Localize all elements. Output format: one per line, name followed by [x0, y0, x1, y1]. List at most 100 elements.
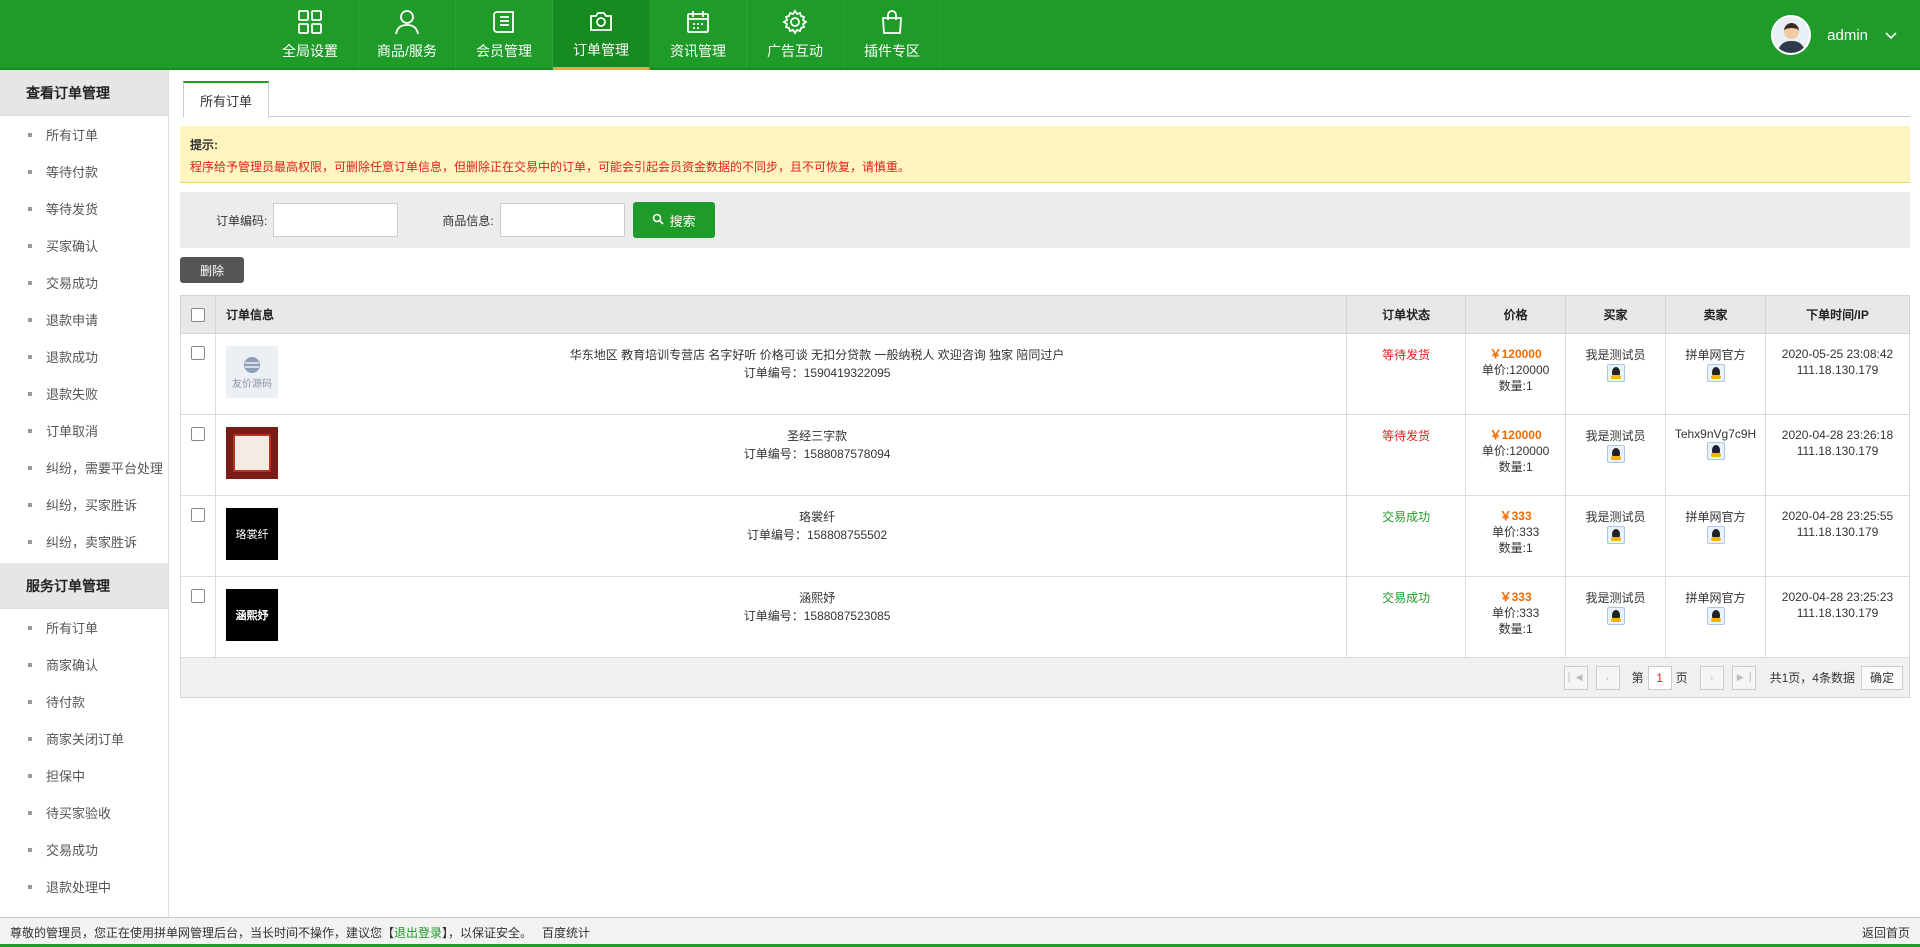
row-checkbox[interactable] [190, 346, 205, 360]
nav-news[interactable]: 资讯管理 [650, 0, 747, 70]
page-input[interactable]: 1 [1647, 665, 1672, 690]
tab-bar: 所有订单 [183, 81, 1910, 118]
orders-table: 订单信息 订单状态 价格 买家 卖家 下单时间/IP 友价源码 华东地区 教育培训… [180, 295, 1910, 658]
sidebar-item[interactable]: 等待发货 [0, 190, 168, 227]
nav-members[interactable]: 会员管理 [456, 0, 553, 70]
footer-text: 尊敬的管理员，您正在使用拼单网管理后台，当长时间不操作，建议您【 [10, 926, 395, 940]
nav-plugins[interactable]: 插件专区 [844, 0, 941, 70]
thumb-text: 涵熙妤 [235, 610, 269, 622]
qq-icon[interactable] [1706, 526, 1725, 544]
sidebar: 查看订单管理 所有订单 等待付款 等待发货 买家确认 交易成功 退款申请 退款成功 退款失败订… [0, 70, 169, 917]
search-button[interactable]: 搜索 [632, 202, 715, 238]
order-price: ￥333 单价:333 数量:1 [1465, 576, 1567, 658]
sidebar-item[interactable]: 退款成功 [0, 338, 168, 375]
sidebar-item[interactable]: 纠纷，买家胜诉 [0, 486, 168, 523]
sidebar-item[interactable]: 退款失败 [0, 375, 168, 412]
sidebar-item[interactable]: 纠纷，需要平台处理 [0, 449, 168, 486]
sidebar-item[interactable]: 买家确认 [0, 227, 168, 264]
seller-name[interactable]: Tehx9nVg7c9H [1666, 427, 1765, 441]
last-page-icon[interactable]: ▶▕ [1731, 665, 1756, 690]
unit-price: 单价:120000 [1481, 444, 1550, 458]
buyer-cell: 我是测试员 [1565, 495, 1667, 577]
first-page-icon[interactable]: ▏◀ [1563, 665, 1588, 690]
sidebar-item[interactable]: 担保中 [0, 757, 168, 794]
order-info: 友价源码 华东地区 教育培训专营店 名字好听 价格可谈 无扣分贷款 一般纳税人 欢… [214, 333, 1348, 415]
nav-global-settings[interactable]: 全局设置 [262, 0, 359, 70]
qq-icon[interactable] [1706, 442, 1725, 460]
sidebar-item[interactable]: 所有订单 [0, 609, 168, 646]
sidebar-item[interactable]: 商家确认 [0, 646, 168, 683]
sidebar-item[interactable]: 商家关闭订单 [0, 720, 168, 757]
sidebar-group-title: 服务订单管理 [0, 563, 168, 609]
page-summary: 共1页，4条数据 [1769, 671, 1855, 685]
prev-page-icon[interactable]: ‹ [1595, 665, 1620, 690]
nav-orders[interactable]: 订单管理 [553, 0, 650, 70]
sidebar-item[interactable]: 所有订单 [0, 116, 168, 153]
buyer-name[interactable]: 我是测试员 [1566, 589, 1665, 606]
order-ip: 111.18.130.179 [1796, 525, 1879, 539]
next-page-icon[interactable]: › [1699, 665, 1724, 690]
seller-name[interactable]: 拼单网官方 [1666, 589, 1765, 606]
status-text: 交易成功 [1382, 510, 1431, 524]
seller-name[interactable]: 拼单网官方 [1666, 508, 1765, 525]
product-thumbnail[interactable]: 涵熙妤 [225, 589, 278, 641]
sidebar-item[interactable]: 退款处理中 [0, 868, 168, 905]
goods-info-input[interactable] [499, 203, 625, 237]
seller-name[interactable]: 拼单网官方 [1666, 346, 1765, 363]
delete-button[interactable]: 删除 [180, 257, 244, 283]
buyer-cell: 我是测试员 [1565, 414, 1667, 496]
qq-icon[interactable] [1706, 607, 1725, 625]
unit-price: 单价:333 [1491, 606, 1540, 620]
sidebar-item[interactable]: 交易成功 [0, 831, 168, 868]
qq-icon[interactable] [1706, 364, 1725, 382]
calendar-icon [687, 11, 709, 33]
product-name[interactable]: 珞裳纤 [226, 508, 1346, 526]
sidebar-item[interactable]: 待付款 [0, 683, 168, 720]
order-status: 等待发货 [1346, 414, 1467, 496]
product-thumbnail[interactable]: 友价源码 [225, 346, 278, 398]
qq-icon[interactable] [1606, 607, 1625, 625]
status-text: 等待发货 [1382, 429, 1431, 443]
order-time: 2020-04-28 23:25:55 [1781, 509, 1894, 523]
product-name[interactable]: 圣经三字款 [226, 427, 1346, 445]
camera-icon [590, 11, 612, 31]
page-prefix: 第 [1631, 671, 1644, 685]
book-icon [493, 11, 514, 33]
sidebar-item[interactable]: 退款申请 [0, 301, 168, 338]
user-menu[interactable]: admin [1771, 0, 1920, 70]
select-all-checkbox[interactable] [190, 308, 205, 322]
nav-goods[interactable]: 商品/服务 [359, 0, 456, 70]
order-no-input[interactable] [273, 203, 399, 237]
buyer-name[interactable]: 我是测试员 [1566, 427, 1665, 444]
nav-ads[interactable]: 广告互动 [747, 0, 844, 70]
tab-all-orders[interactable]: 所有订单 [183, 81, 269, 118]
row-checkbox[interactable] [190, 427, 205, 441]
sidebar-group-title: 查看订单管理 [0, 70, 168, 116]
qq-icon[interactable] [1606, 526, 1625, 544]
row-checkbox[interactable] [190, 589, 205, 603]
buyer-name[interactable]: 我是测试员 [1566, 508, 1665, 525]
home-link[interactable]: 返回首页 [1862, 924, 1910, 941]
sidebar-item[interactable]: 订单取消 [0, 412, 168, 449]
product-thumbnail[interactable]: 珞裳纤 [225, 508, 278, 560]
sidebar-item[interactable]: 等待付款 [0, 153, 168, 190]
page-confirm-button[interactable]: 确定 [1860, 665, 1903, 690]
product-name[interactable]: 华东地区 教育培训专营店 名字好听 价格可谈 无扣分贷款 一般纳税人 欢迎咨询 … [226, 346, 1346, 364]
product-name[interactable]: 涵熙妤 [226, 589, 1346, 607]
table-row: 涵熙妤 涵熙妤 订单编号：1588087523085 交易成功 ￥333 单价:333 数量… [180, 576, 1910, 658]
buyer-name[interactable]: 我是测试员 [1566, 346, 1665, 363]
stats-link[interactable]: 百度统计 [542, 924, 590, 941]
sidebar-item[interactable]: 交易成功 [0, 264, 168, 301]
select-all-cell [180, 295, 216, 334]
order-number: 订单编号：158808755502 [747, 528, 888, 542]
logout-link[interactable]: 退出登录 [394, 924, 442, 941]
nav-label: 资讯管理 [670, 43, 726, 59]
row-checkbox[interactable] [190, 508, 205, 522]
sidebar-item[interactable]: 纠纷，卖家胜诉 [0, 523, 168, 560]
grid-icon [298, 10, 322, 34]
qq-icon[interactable] [1606, 445, 1625, 463]
product-thumbnail[interactable] [225, 427, 278, 479]
header-info: 订单信息 [214, 295, 1348, 334]
sidebar-item[interactable]: 待买家验收 [0, 794, 168, 831]
qq-icon[interactable] [1606, 364, 1625, 382]
